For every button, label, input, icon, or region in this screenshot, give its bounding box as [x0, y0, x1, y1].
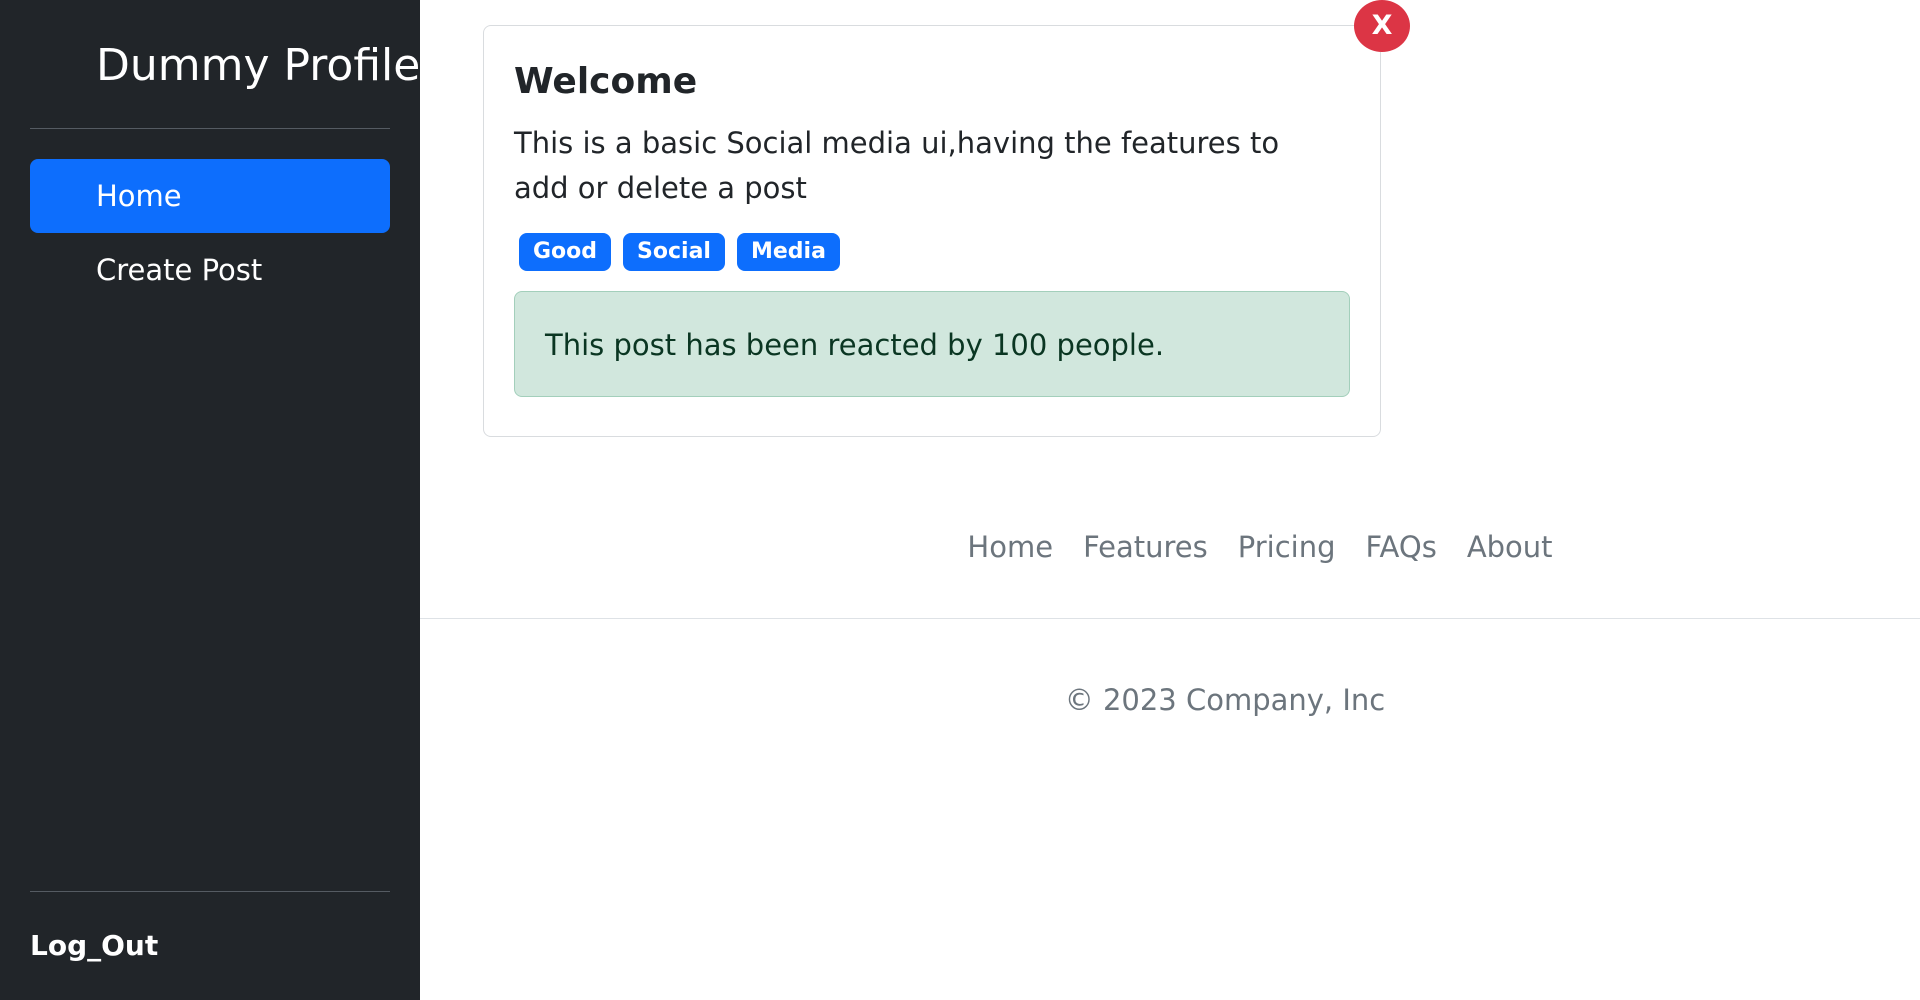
tag-badge-social[interactable]: Social	[623, 233, 725, 272]
delete-post-button[interactable]: X	[1354, 0, 1410, 52]
tag-badge-good[interactable]: Good	[519, 233, 612, 272]
sidebar-footer: Log_Out	[30, 891, 390, 1000]
post-title: Welcome	[514, 61, 698, 102]
app-layout: Dummy Profile Home Create Post Log_Out X…	[0, 0, 1920, 1000]
reactions-alert: This post has been reacted by 100 people…	[514, 291, 1350, 398]
sidebar-nav: Home Create Post	[30, 159, 390, 307]
footer-link-features[interactable]: Features	[1083, 530, 1208, 564]
sidebar-divider-top	[30, 128, 390, 129]
sidebar-item-home[interactable]: Home	[30, 159, 390, 233]
tag-badge-media[interactable]: Media	[736, 233, 840, 272]
footer-link-pricing[interactable]: Pricing	[1238, 530, 1336, 564]
post-card: Welcome This is a basic Social media ui,…	[483, 25, 1381, 437]
sidebar-item-create-post[interactable]: Create Post	[30, 233, 390, 307]
post-tags: Good Social Media	[514, 233, 1350, 272]
footer-link-home[interactable]: Home	[967, 530, 1053, 564]
main-content: X Welcome This is a basic Social media u…	[420, 0, 1920, 1000]
footer-link-faqs[interactable]: FAQs	[1366, 530, 1437, 564]
copyright-text: © 2023 Company, Inc	[1064, 683, 1386, 717]
logout-link[interactable]: Log_Out	[30, 892, 390, 1000]
post-body: This is a basic Social media ui,having t…	[514, 126, 1280, 206]
brand-title[interactable]: Dummy Profile	[30, 0, 420, 128]
footer-link-about[interactable]: About	[1467, 530, 1553, 564]
sidebar: Dummy Profile Home Create Post Log_Out	[0, 0, 420, 1000]
footer-nav: Home Features Pricing FAQs About	[420, 530, 1920, 564]
footer-divider	[420, 618, 1920, 619]
